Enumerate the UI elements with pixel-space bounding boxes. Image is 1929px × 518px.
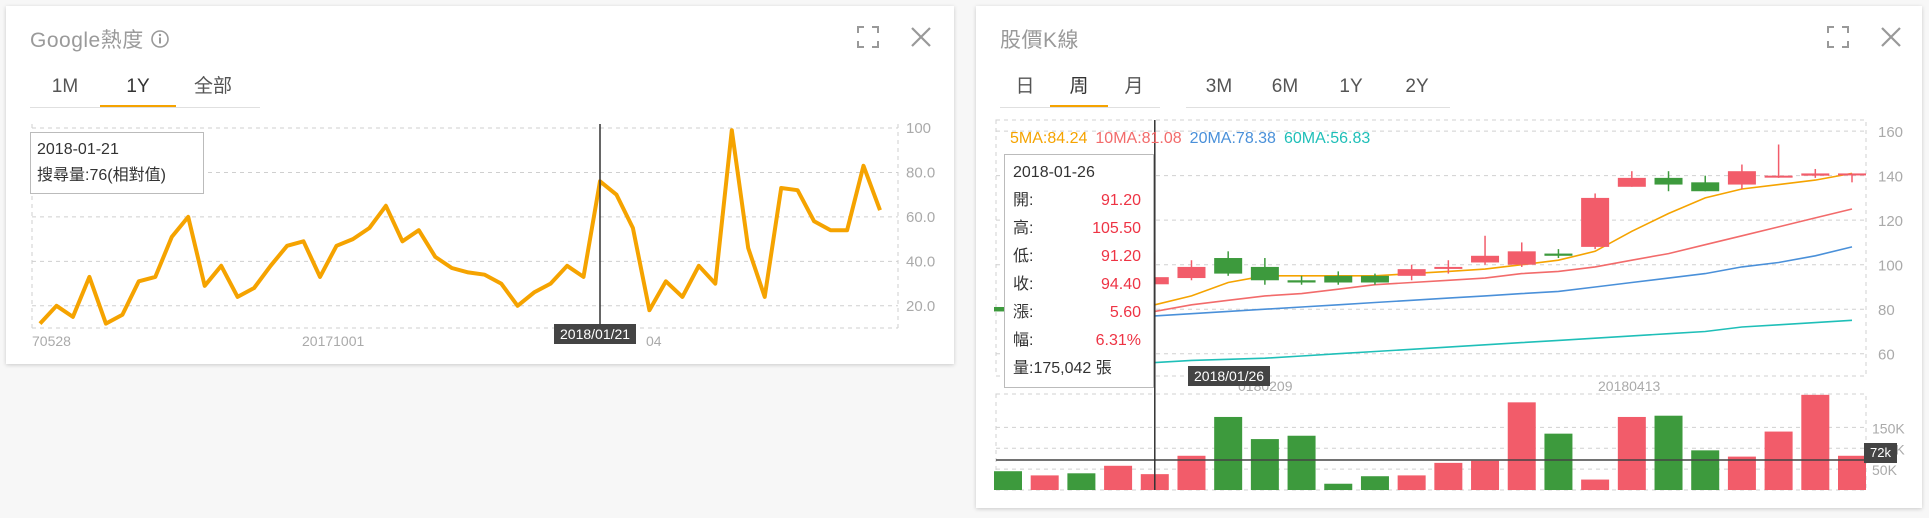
price-tick-label: 100: [1878, 258, 1903, 275]
tooltip-row-close: 收: 94.40: [1013, 271, 1153, 299]
candle-body: [1691, 182, 1720, 192]
candle-body: [1360, 275, 1389, 283]
volume-bar: [1617, 416, 1646, 490]
ma5-legend: 5MA:84.24: [1010, 130, 1088, 147]
y-tick-label: 80.0: [906, 164, 935, 181]
volume-bar: [994, 471, 1022, 490]
tooltip-label: 高:: [1013, 220, 1034, 237]
candle-body: [1214, 258, 1243, 274]
candle-body: [1471, 255, 1500, 263]
tooltip-value: 5.60: [1109, 304, 1141, 321]
volume-bar: [1250, 439, 1279, 490]
tooltip-row-open: 開: 91.20: [1013, 187, 1153, 215]
price-tick-label: 140: [1878, 169, 1903, 186]
tooltip-date: 2018-01-21: [37, 141, 119, 158]
volume-bar: [1507, 402, 1536, 490]
google-trend-card: Google熱度 1M 1Y 全部 20.0 40.0 60.0 80.0 100 705…: [6, 6, 954, 364]
candle-body: [1287, 280, 1316, 283]
volume-bar: [1838, 455, 1866, 490]
kline-tooltip: 2018-01-26 開: 91.20 高: 105.50 低: 91.20 收…: [1004, 154, 1154, 388]
candle-body: [1838, 173, 1866, 176]
tooltip-volume: 量:175,042 張: [1013, 360, 1112, 377]
candle-body: [1617, 177, 1646, 187]
volume-bar: [1030, 475, 1059, 490]
volume-bar: [1764, 431, 1793, 490]
tooltip-row-pct: 幅: 6.31%: [1013, 327, 1153, 355]
volume-bar: [1727, 456, 1756, 490]
tooltip-row-high: 高: 105.50: [1013, 215, 1153, 243]
candle-body: [1397, 269, 1426, 276]
candle-body: [1764, 175, 1793, 178]
volume-bar: [1544, 433, 1573, 490]
volume-bar: [1397, 475, 1426, 490]
volume-bar: [1654, 415, 1683, 490]
y-tick-label: 100: [906, 120, 931, 137]
tooltip-row-low: 低: 91.20: [1013, 243, 1153, 271]
ma10-legend: 10MA:81.08: [1095, 130, 1182, 147]
candle-body: [1177, 266, 1206, 279]
google-tooltip: 2018-01-21 搜尋量:76(相對值): [30, 132, 204, 194]
price-tick-label: 60: [1878, 347, 1895, 364]
volume-bar: [1214, 416, 1243, 490]
candle-body: [1801, 173, 1830, 176]
tooltip-value: 6.31%: [1095, 332, 1141, 349]
tooltip-label: 低:: [1013, 248, 1034, 265]
volume-bar: [1581, 479, 1610, 490]
volume-tick-label: 150K: [1872, 420, 1905, 436]
volume-bar: [1287, 435, 1316, 490]
volume-ref-badge: 72k: [1864, 443, 1897, 463]
tooltip-date: 2018-01-26: [1013, 164, 1095, 181]
stock-kline-card: 股價K線 日 周 月 3M 6M 1Y 2Y 60 80 100 120 140 160 0…: [976, 6, 1922, 508]
volume-bar: [1471, 460, 1500, 490]
candle-body: [1544, 253, 1573, 256]
candle-body: [1324, 275, 1353, 283]
volume-bar: [1104, 465, 1133, 490]
tooltip-value: 105.50: [1092, 220, 1141, 237]
cursor-date-badge: 2018/01/26: [1188, 366, 1271, 386]
tooltip-value: 搜尋量:76(相對值): [37, 167, 166, 184]
candle-body: [1507, 251, 1536, 265]
ma20-legend: 20MA:78.38: [1189, 130, 1276, 147]
candle-body: [1727, 171, 1756, 185]
tooltip-label: 收:: [1013, 276, 1034, 293]
y-tick-label: 20.0: [906, 298, 935, 315]
ma-legend: 5MA:84.24 10MA:81.08 20MA:78.38 60MA:56.…: [1010, 130, 1370, 148]
cursor-date-badge: 2018/01/21: [554, 324, 637, 344]
tooltip-value: 91.20: [1100, 248, 1141, 265]
tooltip-row-change: 漲: 5.60: [1013, 299, 1153, 327]
volume-bar: [1324, 483, 1353, 490]
x-tick-label: 04: [646, 333, 662, 349]
x-tick-label: 20171001: [302, 333, 365, 349]
tooltip-value: 94.40: [1100, 276, 1141, 293]
volume-bar: [1434, 462, 1463, 490]
candle-body: [1250, 266, 1279, 281]
tooltip-label: 開:: [1013, 192, 1034, 209]
price-tick-label: 160: [1878, 124, 1903, 141]
volume-bar: [1360, 476, 1389, 490]
volume-tick-label: 50K: [1872, 462, 1898, 478]
y-tick-label: 40.0: [906, 253, 935, 270]
candle-body: [1434, 266, 1463, 269]
tooltip-value: 91.20: [1100, 192, 1141, 209]
volume-bar: [1177, 455, 1206, 490]
ma60-legend: 60MA:56.83: [1283, 130, 1371, 147]
volume-bar: [1691, 450, 1720, 490]
x-tick-label: 70528: [32, 333, 71, 349]
y-tick-label: 60.0: [906, 209, 935, 226]
price-tick-label: 120: [1878, 213, 1903, 230]
tooltip-label: 幅:: [1013, 332, 1034, 349]
tooltip-label: 漲:: [1013, 304, 1034, 321]
price-tick-label: 80: [1878, 302, 1895, 319]
x-tick-label: 20180413: [1598, 378, 1661, 394]
volume-bar: [1067, 473, 1096, 490]
candle-body: [1581, 197, 1610, 247]
candle-body: [1654, 177, 1683, 185]
volume-bar: [1801, 394, 1830, 490]
